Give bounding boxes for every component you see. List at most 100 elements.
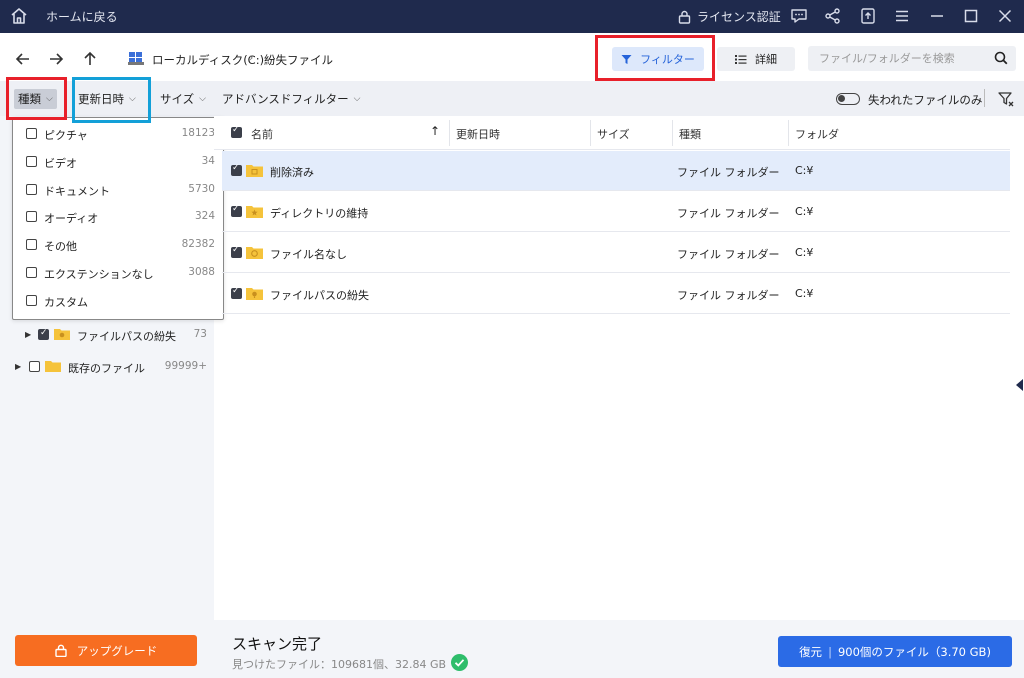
option-checkbox[interactable] xyxy=(26,211,37,222)
row-path: C:¥ xyxy=(795,287,814,300)
folder-icon xyxy=(54,329,70,340)
recover-detail: 900個のファイル（3.70 GB) xyxy=(837,644,991,659)
lock-icon xyxy=(678,10,691,24)
row-path: C:¥ xyxy=(795,164,814,177)
row-checkbox[interactable] xyxy=(231,163,242,176)
upload-icon[interactable] xyxy=(859,7,877,25)
table-row[interactable]: ファイルパスの紛失 ファイル フォルダー C:¥ xyxy=(222,274,1010,314)
column-header-name[interactable]: 名前 xyxy=(251,126,273,142)
type-option[interactable]: ドキュメント 5730 xyxy=(13,180,223,200)
option-checkbox[interactable] xyxy=(26,295,37,306)
option-checkbox[interactable] xyxy=(26,184,37,195)
unnamed-folder-icon xyxy=(246,247,263,259)
deleted-folder-icon xyxy=(246,165,263,177)
option-count: 324 xyxy=(194,210,215,222)
home-link[interactable]: ホームに戻る xyxy=(46,8,118,25)
row-checkbox[interactable] xyxy=(231,286,242,299)
option-count: 82382 xyxy=(181,238,215,250)
column-divider[interactable] xyxy=(788,120,789,146)
row-checkbox[interactable] xyxy=(231,245,242,258)
sort-ascending-icon[interactable]: ↑ xyxy=(430,124,440,138)
type-option[interactable]: ピクチャ 18123 xyxy=(13,124,223,144)
license-activation-link[interactable]: ライセンス認証 xyxy=(678,8,781,25)
drive-icon xyxy=(128,52,144,65)
row-checkbox[interactable] xyxy=(231,204,242,217)
column-header-size[interactable]: サイズ xyxy=(597,126,630,142)
tree-item[interactable]: ▶ 既存のファイル 99999+ xyxy=(0,358,214,378)
column-divider[interactable] xyxy=(590,120,591,146)
scan-summary: 見つけたファイル：109681個、32.84 GB xyxy=(232,658,447,671)
forward-arrow-icon[interactable] xyxy=(47,50,65,68)
tree-item-count: 99999+ xyxy=(164,360,207,372)
row-kind: ファイル フォルダー xyxy=(677,289,780,302)
size-filter-dropdown[interactable]: サイズ ⌵ xyxy=(156,89,210,109)
option-label: カスタム xyxy=(44,296,88,309)
advanced-filter-dropdown[interactable]: アドバンスドフィルター ⌵ xyxy=(218,89,364,109)
lost-files-only-toggle[interactable] xyxy=(836,93,860,105)
column-header-folder[interactable]: フォルダ xyxy=(795,126,839,142)
back-arrow-icon[interactable] xyxy=(14,50,32,68)
detail-view-button[interactable]: 詳細 xyxy=(717,47,795,71)
license-label: ライセンス認証 xyxy=(697,10,781,24)
option-checkbox[interactable] xyxy=(26,156,37,167)
type-option[interactable]: オーディオ 324 xyxy=(13,207,223,227)
chevron-down-icon: ⌵ xyxy=(353,94,361,104)
expand-triangle-icon[interactable]: ▶ xyxy=(15,362,21,371)
breadcrumb-drive[interactable]: ローカルディスク(C:) xyxy=(152,52,264,68)
clear-filter-icon[interactable] xyxy=(998,91,1014,107)
tree-checkbox[interactable] xyxy=(29,361,40,372)
option-label: ビデオ xyxy=(44,157,77,170)
divider: | xyxy=(828,644,832,659)
highlight-box-date xyxy=(72,77,151,123)
lock-icon xyxy=(55,644,67,657)
tree-item[interactable]: ▶ ファイルパスの紛失 73 xyxy=(0,326,214,346)
type-option[interactable]: エクステンションなし 3088 xyxy=(13,263,223,283)
home-icon[interactable] xyxy=(10,7,28,25)
option-checkbox[interactable] xyxy=(26,267,37,278)
option-count: 34 xyxy=(201,155,215,167)
search-input[interactable] xyxy=(808,46,1016,71)
breadcrumb-separator: › xyxy=(249,51,254,64)
column-header-kind[interactable]: 種類 xyxy=(679,126,701,142)
type-option[interactable]: カスタム xyxy=(13,291,223,311)
table-row[interactable]: 削除済み ファイル フォルダー C:¥ xyxy=(222,151,1010,191)
menu-icon[interactable] xyxy=(893,7,911,25)
option-label: ピクチャ xyxy=(44,129,88,142)
row-name: 削除済み xyxy=(270,166,314,179)
highlight-box-filter xyxy=(595,35,715,81)
table-row[interactable]: ディレクトリの維持 ファイル フォルダー C:¥ xyxy=(222,192,1010,232)
tree-checkbox[interactable] xyxy=(38,328,49,340)
lost-path-folder-icon xyxy=(246,288,263,300)
type-option[interactable]: その他 82382 xyxy=(13,235,223,255)
type-option[interactable]: ビデオ 34 xyxy=(13,152,223,172)
minimize-icon[interactable] xyxy=(928,7,946,25)
option-checkbox[interactable] xyxy=(26,128,37,139)
option-label: オーディオ xyxy=(44,212,99,225)
star-folder-icon xyxy=(246,206,263,218)
option-checkbox[interactable] xyxy=(26,239,37,250)
recover-label: 復元 xyxy=(799,644,823,659)
table-row[interactable]: ファイル名なし ファイル フォルダー C:¥ xyxy=(222,233,1010,273)
share-icon[interactable] xyxy=(824,7,842,25)
column-divider[interactable] xyxy=(672,120,673,146)
folder-icon xyxy=(45,361,61,372)
row-kind: ファイル フォルダー xyxy=(677,207,780,220)
column-header-modified[interactable]: 更新日時 xyxy=(456,126,500,142)
recover-button[interactable]: 復元 | 900個のファイル（3.70 GB) xyxy=(778,636,1012,667)
feedback-icon[interactable] xyxy=(790,7,808,25)
type-filter-menu: ピクチャ 18123 ビデオ 34 ドキュメント 5730 オーディオ 324 … xyxy=(12,117,224,320)
breadcrumb-current[interactable]: 紛失ファイル xyxy=(264,52,333,68)
select-all-checkbox[interactable] xyxy=(231,125,242,138)
row-name: ディレクトリの維持 xyxy=(270,207,369,220)
maximize-icon[interactable] xyxy=(962,7,980,25)
search-icon[interactable] xyxy=(994,51,1008,65)
upgrade-button[interactable]: アップグレード xyxy=(15,635,197,666)
collapse-panel-arrow-icon[interactable] xyxy=(1016,379,1023,391)
advanced-filter-label: アドバンスドフィルター xyxy=(222,92,349,106)
up-arrow-icon[interactable] xyxy=(81,50,99,68)
check-circle-icon xyxy=(451,654,468,671)
list-icon xyxy=(735,54,747,64)
expand-triangle-icon[interactable]: ▶ xyxy=(25,330,31,339)
close-icon[interactable] xyxy=(996,7,1014,25)
column-divider[interactable] xyxy=(449,120,450,146)
